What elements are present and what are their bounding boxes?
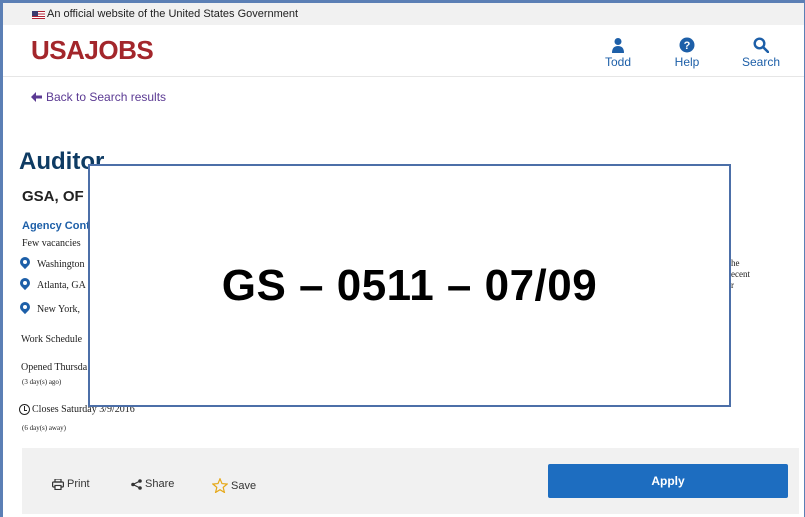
nav-profile-label: Todd	[604, 55, 632, 69]
map-pin-icon	[20, 257, 30, 271]
snippet-line: ecent	[731, 269, 750, 279]
print-button[interactable]: Print	[52, 478, 90, 490]
print-icon	[52, 478, 64, 490]
nav-profile[interactable]: Todd	[593, 37, 643, 69]
site-header: USAJOBS Todd ? Help Search	[3, 25, 804, 77]
location-item: New York,	[20, 302, 80, 316]
location-item: Atlanta, GA	[20, 278, 86, 292]
save-button[interactable]: Save	[212, 478, 256, 493]
share-label: Share	[145, 478, 175, 490]
snippet-line: r	[731, 280, 734, 290]
nav-search-label: Search	[741, 55, 781, 69]
gov-banner: An official website of the United States…	[3, 3, 804, 25]
action-bar: Print Share Save Apply	[22, 448, 799, 514]
share-button[interactable]: Share	[131, 478, 174, 490]
us-flag-icon	[32, 11, 45, 19]
back-to-results-link[interactable]: Back to Search results	[31, 90, 166, 104]
clock-icon	[19, 404, 30, 415]
opened-relative: (3 day(s) ago)	[22, 378, 62, 386]
agency-name: GSA, OF	[22, 188, 84, 205]
map-pin-icon	[20, 302, 30, 316]
help-icon: ?	[679, 37, 695, 53]
work-schedule: Work Schedule	[21, 334, 83, 345]
nav-search[interactable]: Search	[736, 37, 786, 69]
vacancy-count: Few vacancies	[22, 238, 81, 249]
summary-snippet: he ecent r	[731, 258, 750, 291]
print-label: Print	[67, 478, 90, 490]
grade-series-text: GS – 0511 – 07/09	[221, 260, 598, 310]
svg-text:?: ?	[684, 40, 691, 52]
save-label: Save	[231, 479, 257, 492]
agency-contact-link[interactable]: Agency Conta	[22, 220, 96, 232]
opened-date: Opened Thursda	[21, 362, 88, 373]
user-icon	[612, 38, 624, 53]
search-icon	[753, 37, 769, 53]
usajobs-logo[interactable]: USAJOBS	[31, 35, 154, 66]
star-icon	[212, 478, 228, 493]
nav-help[interactable]: ? Help	[662, 37, 712, 69]
overlay-callout: GS – 0511 – 07/09	[88, 164, 731, 407]
location-item: Washington	[20, 257, 85, 271]
apply-button[interactable]: Apply	[548, 464, 788, 498]
closes-relative: (6 day(s) away)	[22, 424, 66, 432]
location-label: Washington	[37, 258, 85, 270]
share-icon	[131, 478, 142, 490]
map-pin-icon	[20, 278, 30, 292]
snippet-line: he	[731, 258, 740, 268]
back-link-label: Back to Search results	[46, 90, 167, 104]
gov-banner-text: An official website of the United States…	[47, 8, 299, 20]
arrow-left-icon	[31, 92, 42, 102]
location-label: Atlanta, GA	[37, 279, 86, 291]
location-label: New York,	[37, 303, 81, 315]
nav-help-label: Help	[674, 55, 700, 69]
